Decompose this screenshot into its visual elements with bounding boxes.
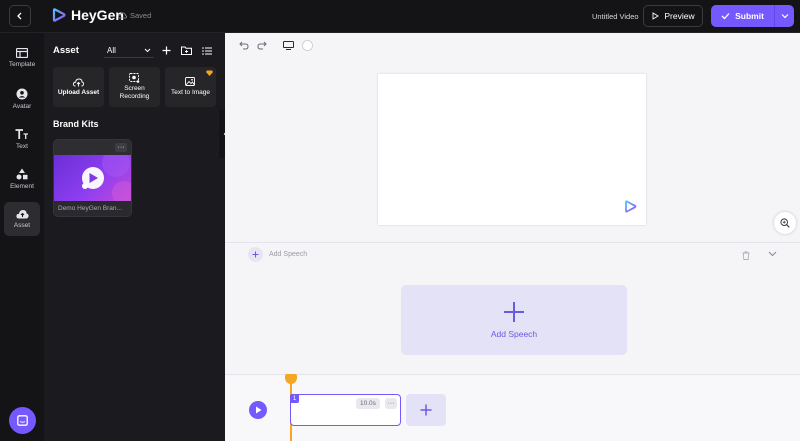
panel-title: Asset	[53, 45, 79, 56]
top-bar: HeyGen Saved Untitled Video Preview Subm…	[0, 0, 800, 33]
video-title[interactable]: Untitled Video	[592, 12, 639, 21]
clip-more-button[interactable]: ···	[385, 398, 397, 409]
plus-icon	[420, 404, 432, 416]
submit-label: Submit	[735, 11, 764, 21]
redo-icon[interactable]	[257, 41, 267, 50]
avatar-icon	[16, 88, 28, 100]
card-label: Text to Image	[170, 89, 211, 96]
play-outline-icon	[652, 12, 660, 20]
back-button[interactable]	[9, 5, 31, 27]
zoom-button[interactable]	[774, 212, 796, 234]
canvas-area	[225, 33, 800, 242]
chat-support-button[interactable]	[9, 407, 36, 434]
undo-icon[interactable]	[239, 41, 249, 50]
app-logo[interactable]: HeyGen	[52, 7, 124, 23]
save-status-text: Saved	[130, 11, 152, 20]
chevron-down-icon	[144, 48, 151, 52]
preview-label: Preview	[664, 11, 695, 21]
add-speech-inline-label: Add Speech	[269, 251, 308, 258]
list-view-button[interactable]	[200, 44, 213, 57]
nav-label: Element	[10, 183, 34, 190]
screen-record-icon	[129, 73, 140, 83]
submit-button[interactable]: Submit	[711, 5, 774, 27]
brand-kit-header: ···	[54, 140, 131, 155]
text-icon	[15, 128, 28, 139]
background-color-icon[interactable]	[302, 40, 313, 51]
premium-diamond-icon	[206, 70, 213, 76]
nav-item-element[interactable]: Element	[4, 162, 40, 196]
new-folder-button[interactable]	[180, 44, 193, 57]
trash-icon[interactable]	[742, 251, 750, 260]
brand-kits-title: Brand Kits	[53, 119, 99, 129]
nav-label: Asset	[13, 222, 31, 229]
brand-kit-more-button[interactable]: ···	[115, 143, 127, 152]
element-icon	[16, 168, 28, 180]
play-icon	[255, 406, 261, 414]
speech-area: Add Speech Add Speech	[225, 242, 800, 374]
card-label: Upload Asset	[57, 88, 100, 96]
add-scene-button[interactable]	[406, 394, 446, 426]
nav-item-avatar[interactable]: Avatar	[4, 82, 40, 116]
left-nav: Template Avatar Text Element Asset	[0, 33, 44, 441]
aspect-ratio-icon[interactable]	[283, 41, 294, 50]
list-icon	[201, 46, 212, 55]
asset-icon	[15, 210, 29, 219]
scene-clip[interactable]: 1 10.0s ···	[290, 394, 401, 426]
upload-icon	[73, 78, 84, 86]
folder-plus-icon	[181, 46, 192, 55]
chevron-down-icon	[781, 14, 788, 19]
nav-label: Template	[8, 61, 36, 68]
screen-recording-card[interactable]: Screen Recording	[109, 67, 160, 107]
nav-label: Avatar	[12, 103, 32, 110]
clip-index-badge: 1	[290, 394, 299, 403]
asset-filter-select[interactable]: All	[104, 43, 154, 58]
asset-panel: Asset All Upload Asset Screen Recording …	[44, 33, 225, 441]
brand-kit-thumbnail	[54, 155, 131, 201]
text-to-image-card[interactable]: Text to Image	[165, 67, 216, 107]
submit-options-button[interactable]	[774, 5, 794, 27]
zoom-in-icon	[780, 218, 790, 228]
nav-item-text[interactable]: Text	[4, 122, 40, 156]
video-canvas[interactable]	[378, 74, 646, 225]
add-speech-label: Add Speech	[490, 329, 538, 339]
watermark-logo-icon	[625, 200, 637, 213]
filter-value: All	[107, 45, 116, 55]
chevron-left-icon	[17, 12, 22, 20]
plus-circle-icon	[248, 247, 263, 262]
preview-button[interactable]: Preview	[643, 5, 703, 27]
brand-kit-name: Demo HeyGen Bran...	[58, 205, 122, 212]
heygen-logo-icon	[52, 8, 66, 22]
card-label: Screen Recording	[119, 85, 150, 100]
chat-icon	[17, 415, 28, 426]
chevron-down-icon[interactable]	[768, 251, 777, 257]
upload-asset-card[interactable]: Upload Asset	[53, 67, 104, 107]
timeline-play-button[interactable]	[249, 401, 267, 419]
add-asset-button[interactable]	[160, 44, 173, 57]
nav-label: Text	[16, 142, 28, 150]
check-icon	[721, 13, 730, 20]
add-speech-button[interactable]: Add Speech	[401, 285, 627, 355]
timeline: 1 10.0s ···	[225, 374, 800, 441]
plus-icon	[504, 302, 524, 322]
template-icon	[16, 48, 28, 58]
nav-item-template[interactable]: Template	[4, 41, 40, 75]
save-status: Saved	[118, 11, 151, 20]
plus-icon	[162, 46, 171, 55]
canvas-toolbar	[239, 40, 313, 51]
brand-logo-icon	[82, 155, 131, 201]
add-speech-inline-button[interactable]: Add Speech	[248, 247, 307, 262]
nav-item-asset[interactable]: Asset	[4, 202, 40, 236]
clip-duration: 10.0s	[356, 398, 380, 409]
cloud-check-icon	[118, 12, 127, 19]
image-icon	[185, 77, 195, 86]
playhead-handle[interactable]	[285, 374, 297, 384]
app-name: HeyGen	[71, 7, 124, 23]
brand-kit-card[interactable]: ··· Demo HeyGen Bran...	[53, 139, 132, 217]
